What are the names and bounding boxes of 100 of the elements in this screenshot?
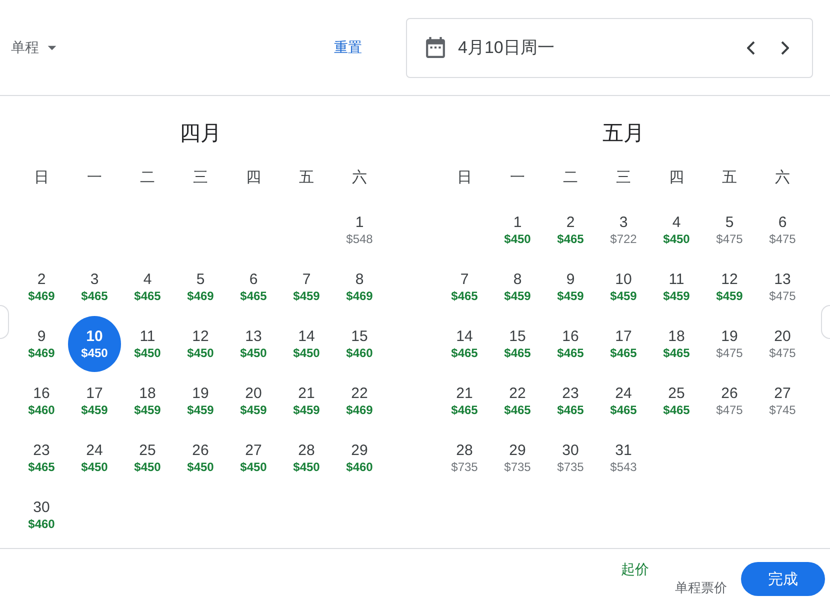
calendar-day[interactable]: 22 $465 — [492, 375, 544, 427]
calendar-day[interactable]: 4 $450 — [650, 204, 702, 256]
calendar-day[interactable]: 14 $450 — [280, 318, 332, 370]
day-price: $459 — [293, 288, 320, 304]
weekday-label: 一 — [510, 168, 525, 186]
day-number: 16 — [33, 384, 50, 402]
calendar-day[interactable]: 12 $450 — [174, 318, 226, 370]
calendar-day[interactable]: 30 $460 — [16, 489, 68, 541]
calendar-day[interactable]: 13 $475 — [756, 261, 808, 313]
calendar-day[interactable]: 8 $459 — [492, 261, 544, 313]
date-field[interactable]: 4月10日周一 — [406, 18, 813, 78]
date-value: 4月10日周一 — [458, 37, 556, 59]
day-price: $465 — [504, 402, 531, 418]
calendar-day[interactable]: 24 $450 — [68, 432, 120, 484]
day-number: 20 — [774, 328, 791, 344]
calendar-day[interactable]: 26 $475 — [704, 375, 756, 427]
calendar-day[interactable]: 3 $722 — [598, 204, 650, 256]
calendar-day[interactable]: 5 $469 — [174, 261, 226, 313]
day-number: 1 — [355, 214, 364, 230]
day-price: $450 — [81, 346, 108, 360]
calendar-day[interactable]: 1 $548 — [334, 204, 386, 256]
calendar-day[interactable]: 28 $735 — [438, 432, 490, 484]
calendar-day[interactable]: 13 $450 — [228, 318, 280, 370]
calendar-day[interactable]: 6 $475 — [756, 204, 808, 256]
calendar-day[interactable]: 9 $469 — [16, 318, 68, 370]
calendar-day[interactable]: 7 $459 — [280, 261, 332, 313]
calendar-day[interactable]: 10 $450 — [68, 316, 121, 372]
calendar-day[interactable]: 16 $465 — [544, 318, 596, 370]
reset-link[interactable]: 重置 — [334, 38, 362, 56]
calendar-day[interactable]: 9 $459 — [544, 261, 596, 313]
calendar-day[interactable]: 7 $465 — [438, 261, 490, 313]
calendar-day[interactable]: 27 $450 — [228, 432, 280, 484]
calendar-day[interactable]: 12 $459 — [704, 261, 756, 313]
day-price: $450 — [187, 460, 214, 474]
price-label: 起价 — [621, 561, 649, 579]
done-button[interactable]: 完成 — [741, 562, 825, 596]
day-number: 2 — [566, 214, 575, 230]
calendar-day[interactable]: 31 $543 — [598, 432, 650, 484]
day-number: 10 — [615, 270, 632, 288]
day-number: 6 — [778, 214, 787, 230]
trip-type-dropdown[interactable]: 单程 — [11, 38, 57, 56]
day-price: $459 — [81, 402, 108, 418]
calendar-day[interactable]: 24 $465 — [598, 375, 650, 427]
calendar-day[interactable]: 26 $450 — [174, 432, 226, 484]
calendar-day[interactable]: 14 $465 — [438, 318, 490, 370]
calendar-day[interactable]: 20 $475 — [756, 318, 808, 370]
day-number: 4 — [143, 270, 152, 288]
day-price: $459 — [557, 288, 584, 304]
day-number: 23 — [562, 384, 579, 402]
day-price: $460 — [28, 516, 55, 532]
day-number: 1 — [513, 214, 522, 230]
day-price: $459 — [663, 288, 690, 304]
calendar-day[interactable]: 21 $465 — [438, 375, 490, 427]
calendar-icon — [426, 37, 445, 58]
calendar-day[interactable]: 1 $450 — [492, 204, 544, 256]
calendar-day[interactable]: 5 $475 — [704, 204, 756, 256]
calendar-day[interactable]: 11 $450 — [122, 318, 174, 370]
calendar-day[interactable]: 25 $465 — [650, 375, 702, 427]
weekday-label: 三 — [616, 168, 631, 186]
calendar-day[interactable]: 21 $459 — [280, 375, 332, 427]
calendar-day[interactable]: 15 $465 — [492, 318, 544, 370]
calendar-day[interactable]: 17 $465 — [598, 318, 650, 370]
day-price: $475 — [769, 346, 796, 360]
calendar-day[interactable]: 10 $459 — [598, 261, 650, 313]
day-price: $450 — [293, 346, 320, 360]
day-number: 16 — [562, 328, 579, 344]
day-number: 15 — [509, 328, 526, 344]
day-price: $475 — [716, 232, 743, 246]
day-number: 9 — [37, 328, 46, 344]
day-price: $450 — [240, 460, 267, 474]
day-price: $459 — [240, 402, 267, 418]
calendar-day[interactable]: 28 $450 — [280, 432, 332, 484]
day-price: $475 — [769, 232, 796, 246]
calendar-day[interactable]: 20 $459 — [228, 375, 280, 427]
day-number: 23 — [33, 442, 50, 458]
calendar-day[interactable]: 23 $465 — [16, 432, 68, 484]
calendar-day[interactable]: 19 $475 — [704, 318, 756, 370]
calendar-day[interactable]: 2 $465 — [544, 204, 596, 256]
calendar-day[interactable]: 11 $459 — [650, 261, 702, 313]
day-price: $465 — [557, 402, 584, 418]
calendar-day[interactable]: 27 $745 — [756, 375, 808, 427]
calendar-day[interactable]: 29 $735 — [492, 432, 544, 484]
calendar-day[interactable]: 2 $469 — [16, 261, 68, 313]
calendar-day[interactable]: 18 $459 — [122, 375, 174, 427]
calendar-day[interactable]: 25 $450 — [122, 432, 174, 484]
calendar-day[interactable]: 15 $460 — [334, 318, 386, 370]
day-price: $459 — [716, 288, 743, 304]
calendar-day[interactable]: 22 $469 — [334, 375, 386, 427]
calendar-day[interactable]: 29 $460 — [334, 432, 386, 484]
calendar-day[interactable]: 19 $459 — [174, 375, 226, 427]
calendar-day[interactable]: 8 $469 — [334, 261, 386, 313]
calendar-day[interactable]: 4 $465 — [122, 261, 174, 313]
weekday-label: 六 — [775, 168, 790, 186]
calendar-day[interactable]: 30 $735 — [544, 432, 596, 484]
calendar-day[interactable]: 17 $459 — [68, 375, 120, 427]
calendar-day[interactable]: 16 $460 — [16, 375, 68, 427]
calendar-day[interactable]: 18 $465 — [650, 318, 702, 370]
calendar-day[interactable]: 3 $465 — [68, 261, 120, 313]
calendar-day[interactable]: 23 $465 — [544, 375, 596, 427]
calendar-day[interactable]: 6 $465 — [228, 261, 280, 313]
